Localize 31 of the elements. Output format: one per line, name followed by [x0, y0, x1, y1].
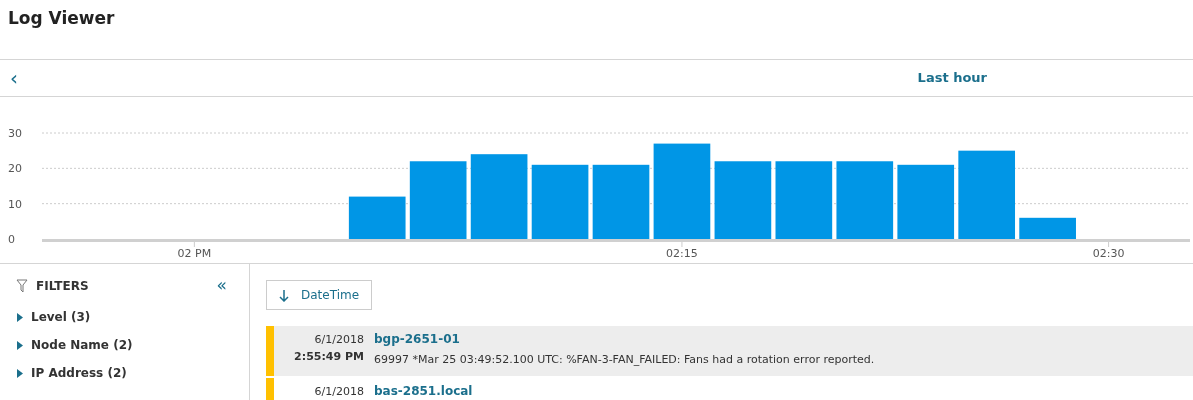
log-date: 6/1/2018	[313, 384, 364, 400]
sort-button[interactable]: DateTime	[266, 280, 373, 310]
chart-bar	[348, 196, 406, 239]
y-tick-label: 30	[8, 127, 22, 140]
log-time: 2:55:49 PM	[293, 348, 364, 365]
log-message: 69997 *Mar 25 03:49:52.100 UTC: %FAN-3-FAN_FAILED: Fans had a rotation error reported.	[374, 352, 875, 368]
x-tick-label: 02:30	[1092, 247, 1125, 260]
y-tick-label: 0	[8, 233, 15, 246]
caret-icon	[16, 312, 25, 322]
arrow-down-icon	[279, 288, 289, 302]
node-link[interactable]: bgp-2651-01	[374, 330, 460, 348]
x-tick-label: 02 PM	[177, 247, 212, 260]
filters-heading: FILTERS	[36, 277, 89, 295]
caret-icon	[16, 340, 25, 350]
filter-icon	[16, 278, 28, 293]
log-date: 6/1/2018	[313, 332, 364, 348]
log-row[interactable]: 6/1/2018 bas-2851.local	[266, 378, 1193, 400]
collapse-button[interactable]: «	[210, 276, 233, 295]
filter-item[interactable]: IP Address (2)	[16, 359, 127, 387]
back-button[interactable]: ‹	[0, 68, 28, 88]
node-link[interactable]: bas-2851.local	[374, 382, 473, 400]
x-tick-label: 02:15	[666, 247, 698, 260]
time-range-button[interactable]: Last hour	[911, 67, 993, 89]
chart-bar	[1019, 217, 1076, 239]
filter-item[interactable]: Node Name (2)	[16, 331, 133, 359]
log-row[interactable]: 6/1/2018 2:55:49 PM bgp-2651-01 69997 *Mar 25 03:49:52.100 UTC: %FAN-3-FAN_FAILED: Fans had a rotation error reported.	[266, 326, 1193, 376]
y-tick-label: 10	[8, 197, 22, 211]
page-title: Log Viewer	[7, 7, 116, 30]
caret-icon	[16, 368, 25, 378]
y-tick-label: 20	[8, 162, 22, 176]
filter-item[interactable]: Level (3)	[16, 303, 91, 331]
